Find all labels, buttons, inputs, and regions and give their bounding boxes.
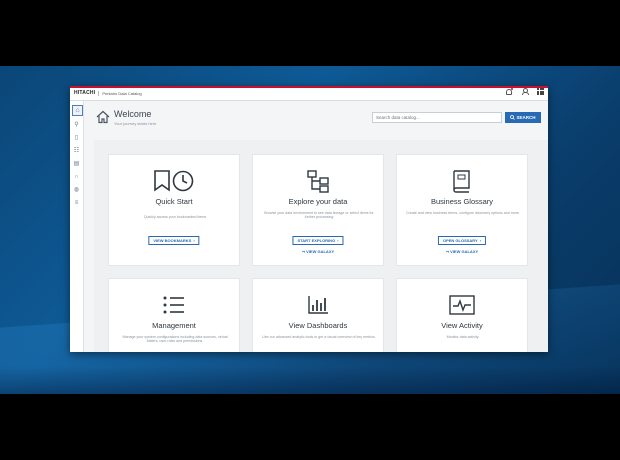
link-label: VIEW GALAXY [450, 249, 479, 254]
sidebar-item-explore[interactable]: ☷ [73, 148, 80, 155]
chevron-right-icon: › [479, 238, 482, 243]
cards-area: Quick Start Quickly access your bookmark… [94, 140, 548, 352]
search-icon [510, 115, 516, 120]
ring-icon: ∩ [74, 174, 79, 180]
chevron-right-icon: › [193, 238, 195, 243]
search-icon: ⚲ [74, 122, 79, 128]
sidebar-item-glossary[interactable]: ▤ [73, 161, 80, 168]
card-view-dashboards: View Dashboards Use our advanced analyti… [252, 278, 384, 352]
view-galaxy-link[interactable]: ⤳ VIEW GALAXY [446, 249, 478, 254]
glossary-icon: ▤ [73, 161, 80, 167]
sidebar-item-search[interactable]: ⚲ [73, 122, 80, 129]
card-title: View Activity [441, 321, 483, 330]
page-title: Welcome [114, 109, 152, 119]
galaxy-icon: ⤳ [445, 249, 450, 254]
card-management: Management Manage your system configurat… [108, 278, 240, 352]
bar-chart-icon [308, 296, 328, 314]
background-shadow [0, 366, 620, 394]
list-icon [163, 296, 184, 314]
card-description: Monitor data activity. [446, 335, 480, 339]
sidebar-item-list[interactable]: ≡ [73, 200, 80, 207]
user-icon-body [522, 92, 529, 95]
app-window: HITACHI Pentaho Data Catalog ⌂ ⚲ ▯ ☷ ▤ ∩… [70, 86, 548, 352]
link-label: VIEW GALAXY [306, 249, 335, 254]
card-title: Business Glossary [430, 197, 494, 206]
tree-icon: ☷ [73, 148, 80, 154]
search-button[interactable]: SEARCH [505, 112, 541, 123]
sidebar-item-dashboard[interactable]: ◍ [73, 187, 80, 194]
sidebar-item-bookmarks[interactable]: ▯ [73, 135, 80, 142]
notification-dot [511, 88, 513, 90]
search-button-label: SEARCH [516, 115, 536, 120]
card-description: Use our advanced analytic tools to get a… [262, 335, 376, 339]
bookmark-clock-icon [154, 170, 194, 192]
chevron-right-icon: › [337, 238, 339, 243]
card-description: Browse your data environment to see data… [264, 211, 374, 220]
search-input[interactable] [372, 112, 502, 123]
card-title: Explore your data [288, 197, 348, 206]
top-icons [505, 88, 544, 95]
button-label: START EXPLORING [297, 238, 336, 243]
card-title: Management [152, 321, 196, 330]
button-label: OPEN GLOSSARY [442, 238, 478, 243]
start-exploring-button[interactable]: START EXPLORING › [292, 236, 344, 245]
app-title: Pentaho Data Catalog [98, 90, 142, 96]
card-title: Quick Start [155, 197, 193, 206]
home-icon [96, 110, 110, 124]
activity-monitor-icon [449, 295, 475, 315]
user-button[interactable] [521, 88, 529, 95]
list-icon: ≡ [74, 200, 79, 206]
sidebar: ⌂ ⚲ ▯ ☷ ▤ ∩ ◍ ≡ [70, 101, 84, 352]
galaxy-icon: ⤳ [301, 249, 306, 254]
card-explore: Explore your data Browse your data envir… [252, 154, 384, 266]
card-description: Manage your system configurations includ… [122, 335, 228, 344]
sidebar-item-ring[interactable]: ∩ [73, 174, 80, 181]
page-subtitle: Your journey starts here [114, 121, 157, 126]
card-description: Create and view business terms, configur… [406, 211, 520, 215]
sidebar-item-home[interactable]: ⌂ [72, 105, 83, 116]
view-bookmarks-button[interactable]: VIEW BOOKMARKS › [148, 236, 200, 245]
top-accent-line [70, 86, 548, 88]
book-icon [453, 170, 470, 193]
dashboard-icon: ◍ [73, 187, 80, 193]
card-description: Quickly access your bookmarked items [143, 215, 207, 219]
card-title: View Dashboards [288, 321, 348, 330]
tree-structure-icon [307, 170, 329, 193]
home-icon: ⌂ [75, 107, 80, 114]
button-label: VIEW BOOKMARKS [153, 238, 192, 243]
apps-grid-icon[interactable] [537, 88, 544, 95]
card-quick-start: Quick Start Quickly access your bookmark… [108, 154, 240, 266]
notifications-button[interactable] [505, 88, 513, 95]
view-galaxy-link[interactable]: ⤳ VIEW GALAXY [302, 249, 334, 254]
card-view-activity: View Activity Monitor data activity. [396, 278, 528, 352]
card-business-glossary: Business Glossary Create and view busine… [396, 154, 528, 266]
brand-logo: HITACHI [74, 90, 96, 96]
bookmark-icon: ▯ [74, 135, 79, 141]
open-glossary-button[interactable]: OPEN GLOSSARY › [437, 236, 487, 245]
top-bar: HITACHI Pentaho Data Catalog [70, 86, 548, 101]
